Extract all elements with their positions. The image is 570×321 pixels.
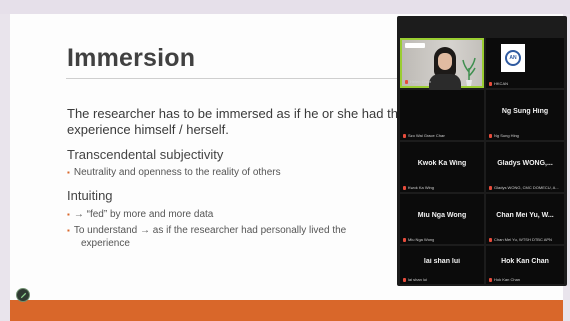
slide-footer-bar [10, 300, 563, 321]
participant-face [438, 53, 452, 70]
mic-muted-icon [403, 277, 406, 282]
desktop-background [0, 0, 570, 14]
participant-name: Ng Sung Hing [501, 108, 549, 115]
title-divider [66, 78, 401, 79]
participant-caption: Gladys WONG, CMC DOMECU, A... [489, 185, 559, 190]
bullet-text: To understand → as if the researcher had… [73, 225, 347, 236]
participant-name: Chan Mei Yu, W... [496, 212, 554, 219]
participant-tile[interactable]: lai shan lui lai shan lui [400, 246, 484, 284]
participant-caption: lai shan lui [403, 277, 427, 282]
participant-tile-video[interactable]: Helen Chan [400, 38, 484, 92]
participant-caption: Ng Sung Hing [489, 133, 519, 138]
logo-emblem-icon: AN [505, 50, 521, 66]
mic-muted-icon [403, 185, 406, 190]
participant-name: lai shan lui [423, 258, 461, 265]
participant-name: Kwok Ka Wing [417, 160, 467, 167]
slide-title: Immersion [67, 44, 196, 72]
participant-tile[interactable]: Gladys WONG,... Gladys WONG, CMC DOMECU,… [486, 142, 564, 192]
pen-tool-button[interactable] [16, 288, 30, 302]
bullet-item: ▪ Neutrality and openness to the reality … [67, 166, 281, 179]
mic-muted-icon [489, 133, 492, 138]
bullet-continuation: experience [81, 238, 130, 249]
organization-logo: AN [501, 44, 525, 72]
participant-tile-logo[interactable]: AN HKCAN [486, 38, 564, 88]
participant-tile[interactable]: Ng Sung Hing Ng Sung Hing [486, 90, 564, 140]
plant-icon [462, 57, 476, 86]
participant-caption: Szo Wai Grace Chan [403, 133, 445, 138]
bullet-item: ▪ → “fed” by more and more data [67, 208, 213, 221]
participant-tile[interactable]: Chan Mei Yu, W... Chan Mei Yu, WTSH DTBC… [486, 194, 564, 244]
mic-muted-icon [405, 79, 408, 84]
bullet-item: ▪ To understand → as if the researcher ha… [67, 224, 346, 237]
participant-caption: Hok Kan Chan [489, 277, 520, 282]
pen-icon [20, 292, 26, 298]
participant-name: Gladys WONG,... [497, 160, 553, 167]
mic-muted-icon [403, 133, 406, 138]
bullet-text: → “fed” by more and more data [73, 209, 214, 220]
mic-muted-icon [403, 237, 406, 242]
paragraph-line-2: experience himself / herself. [67, 122, 229, 137]
school-logo-icon [405, 43, 425, 48]
mic-muted-icon [489, 81, 492, 86]
participant-tile[interactable]: Hok Kan Chan Hok Kan Chan [486, 246, 564, 284]
participant-caption: HKCAN [489, 81, 508, 86]
section-heading-transcendental: Transcendental subjectivity [67, 147, 224, 162]
bullet-dot-icon: ▪ [67, 168, 70, 177]
participant-caption: Kwok Ka Wing [403, 185, 434, 190]
section-heading-intuiting: Intuiting [67, 188, 113, 203]
participant-tile[interactable]: Kwok Ka Wing Kwok Ka Wing [400, 142, 484, 192]
participant-caption: Chan Mei Yu, WTSH DTBC APN [489, 237, 552, 242]
participant-caption: Helen Chan [405, 79, 431, 84]
mic-muted-icon [489, 277, 492, 282]
bullet-dot-icon: ▪ [67, 210, 70, 219]
participant-tile[interactable]: Ng Sung Hing Szo Wai Grace Chan [400, 90, 484, 140]
slide-paragraph: The researcher has to be immersed as if … [67, 106, 398, 138]
bullet-text: Neutrality and openness to the reality o… [73, 167, 281, 178]
participant-caption: Miu Nga Wong [403, 237, 434, 242]
video-gallery-panel[interactable]: Helen Chan AN HKCAN Ng Sung Hing Szo Wai… [397, 16, 567, 286]
participant-name: Miu Nga Wong [417, 212, 467, 219]
mic-muted-icon [489, 237, 492, 242]
mic-muted-icon [489, 185, 492, 190]
participant-tile[interactable]: Miu Nga Wong Miu Nga Wong [400, 194, 484, 244]
participant-name: Hok Kan Chan [501, 258, 549, 265]
paragraph-line-1: The researcher has to be immersed as if … [67, 106, 398, 121]
bullet-dot-icon: ▪ [67, 226, 70, 235]
